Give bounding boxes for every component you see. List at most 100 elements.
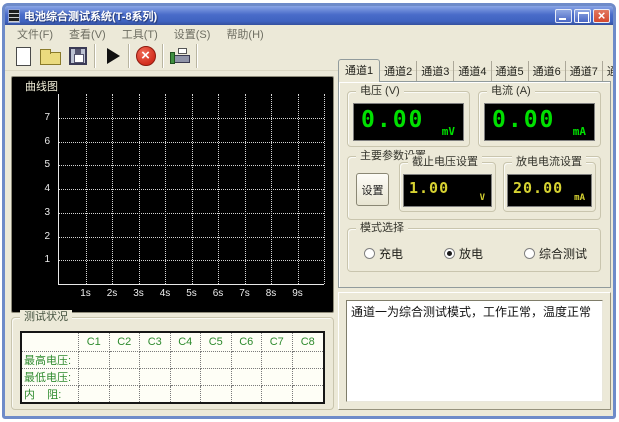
status-value-cell <box>201 369 232 386</box>
menu-item-1[interactable]: 查看(V) <box>61 26 114 42</box>
app-window: 电池综合测试系统(T-8系列) 文件(F)查看(V)工具(T)设置(S)帮助(H… <box>2 3 616 419</box>
message-panel: 通道一为综合测试模式，工作正常，温度正常 <box>338 292 611 410</box>
tab-strip: 通道1通道2通道3通道4通道5通道6通道7通道8绘图通用 <box>338 63 611 81</box>
status-col-header: C5 <box>201 333 232 352</box>
status-col-header: C2 <box>110 333 141 352</box>
discharge-current-value: 20.00 <box>513 179 563 197</box>
voltage-value: 0.00 <box>361 107 424 133</box>
test-status-panel: 测试状况 C1C2C3C4C5C6C7C8最高电压:最低电压:内 阻: <box>11 317 334 410</box>
stop-test-button[interactable] <box>132 43 159 69</box>
y-tick-label: 2 <box>44 230 50 241</box>
status-value-cell <box>293 352 324 369</box>
printer-icon <box>169 47 191 65</box>
tab-3[interactable]: 通道4 <box>454 61 491 81</box>
chart-title: 曲线图 <box>22 78 61 94</box>
status-col-header: C4 <box>171 333 202 352</box>
grid-hline <box>59 213 324 214</box>
tab-1[interactable]: 通道2 <box>380 61 417 81</box>
tab-0[interactable]: 通道1 <box>338 59 380 82</box>
status-value-cell <box>79 352 110 369</box>
maximize-button[interactable] <box>574 9 591 23</box>
x-tick-label: 2s <box>107 288 118 299</box>
status-value-cell <box>201 386 232 402</box>
tab-6[interactable]: 通道7 <box>566 61 603 81</box>
status-value-cell <box>293 386 324 402</box>
status-value-cell <box>232 352 263 369</box>
status-col-header: C7 <box>262 333 293 352</box>
y-tick-label: 5 <box>44 159 50 170</box>
menu-item-3[interactable]: 设置(S) <box>166 26 219 42</box>
voltage-group: 电压 (V) 0.00 mV <box>347 91 470 147</box>
menu-item-2[interactable]: 工具(T) <box>114 26 166 42</box>
tab-4[interactable]: 通道5 <box>492 61 529 81</box>
status-row-label: 内 阻: <box>22 386 79 402</box>
status-value-cell <box>232 386 263 402</box>
status-col-header: C1 <box>79 333 110 352</box>
y-tick-label: 1 <box>44 254 50 265</box>
print-button[interactable] <box>166 43 193 69</box>
current-group: 电流 (A) 0.00 mA <box>478 91 601 147</box>
message-text: 通道一为综合测试模式，工作正常，温度正常 <box>351 305 591 319</box>
voltage-led-display: 0.00 mV <box>353 103 464 141</box>
grid-hline <box>59 189 324 190</box>
menu-item-4[interactable]: 帮助(H) <box>218 26 271 42</box>
mode-radio-0[interactable]: 充电 <box>364 245 403 262</box>
new-file-button[interactable] <box>10 43 37 69</box>
status-value-cell <box>79 386 110 402</box>
grid-vline <box>324 94 325 284</box>
mode-radio-1[interactable]: 放电 <box>444 245 483 262</box>
printer-paper <box>178 48 187 54</box>
menu-item-0[interactable]: 文件(F) <box>9 26 61 42</box>
open-folder-icon <box>40 52 61 65</box>
mode-radio-2[interactable]: 综合测试 <box>524 245 587 262</box>
grid-hline <box>59 237 324 238</box>
main-params-group: 主要参数设置 设置 截止电压设置 1.00 V 放电电流设置 20.00 m <box>347 156 601 220</box>
mode-select-group: 模式选择 充电放电综合测试 <box>347 228 601 272</box>
minimize-button[interactable] <box>555 9 572 23</box>
window-controls <box>555 9 610 23</box>
save-floppy-icon <box>69 47 87 65</box>
radio-circle-icon[interactable] <box>444 248 455 259</box>
current-value: 0.00 <box>492 107 555 133</box>
test-status-title: 测试状况 <box>20 310 72 325</box>
tab-7[interactable]: 通道8 <box>603 61 616 81</box>
message-textbox[interactable]: 通道一为综合测试模式，工作正常，温度正常 <box>346 300 603 402</box>
x-tick-label: 6s <box>213 288 224 299</box>
status-value-cell <box>201 352 232 369</box>
tab-page-channel1: 电压 (V) 0.00 mV 电流 (A) 0.00 mA 主要参数设置 设置 <box>338 81 611 288</box>
new-file-icon <box>16 47 31 66</box>
save-button[interactable] <box>64 43 91 69</box>
open-file-button[interactable] <box>37 43 64 69</box>
current-group-label: 电流 (A) <box>487 84 535 99</box>
set-button[interactable]: 设置 <box>356 173 389 206</box>
status-col-header: C3 <box>140 333 171 352</box>
discharge-current-unit: mA <box>574 193 585 203</box>
x-tick-label: 4s <box>160 288 171 299</box>
x-tick-label: 1s <box>80 288 91 299</box>
cutoff-voltage-label: 截止电压设置 <box>408 155 482 170</box>
radio-circle-icon[interactable] <box>524 248 535 259</box>
status-value-cell <box>293 369 324 386</box>
start-test-button[interactable] <box>98 43 125 69</box>
cutoff-voltage-value: 1.00 <box>409 179 449 197</box>
close-button[interactable] <box>593 9 610 23</box>
status-value-cell <box>140 386 171 402</box>
radio-circle-icon[interactable] <box>364 248 375 259</box>
grid-hline <box>59 165 324 166</box>
cutoff-voltage-unit: V <box>480 193 485 203</box>
x-tick-label: 7s <box>239 288 250 299</box>
current-led-display: 0.00 mA <box>484 103 595 141</box>
status-col-header: C6 <box>232 333 263 352</box>
y-tick-label: 4 <box>44 183 50 194</box>
tab-2[interactable]: 通道3 <box>417 61 454 81</box>
tab-5[interactable]: 通道6 <box>529 61 566 81</box>
grid-hline <box>59 260 324 261</box>
status-row-label: 最高电压: <box>22 352 79 369</box>
status-value-cell <box>232 369 263 386</box>
status-value-cell <box>79 369 110 386</box>
stop-icon <box>136 46 156 66</box>
titlebar[interactable]: 电池综合测试系统(T-8系列) <box>5 6 613 25</box>
x-tick-label: 5s <box>186 288 197 299</box>
toolbar-separator <box>94 44 95 68</box>
mode-radio-label: 充电 <box>379 245 403 262</box>
